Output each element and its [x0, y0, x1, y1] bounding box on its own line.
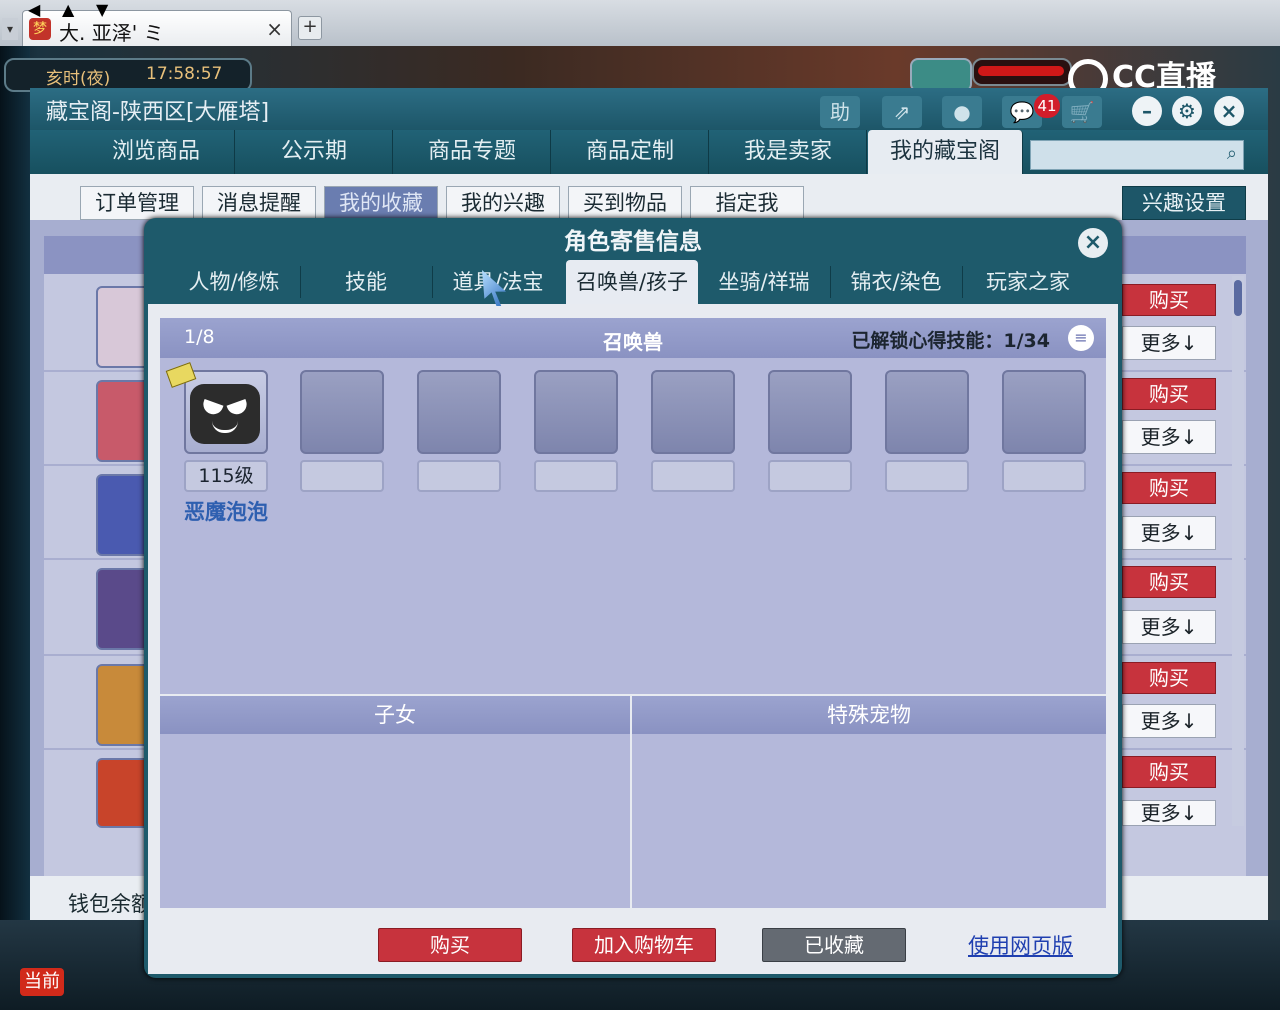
time-label: 亥时(夜) — [46, 69, 111, 89]
add-to-cart-button[interactable]: 加入购物车 — [572, 928, 716, 962]
row-more-button[interactable]: 更多↓ — [1122, 704, 1216, 738]
arrow-left-icon[interactable]: ◀ — [28, 0, 40, 19]
row-more-button[interactable]: 更多↓ — [1122, 610, 1216, 644]
dialog-title: 角色寄售信息 — [564, 229, 702, 255]
search-input[interactable]: ⌕ — [1030, 140, 1244, 170]
pet-level-empty — [651, 460, 735, 492]
window-title: 藏宝阁-陕西区[大雁塔] — [46, 100, 270, 125]
cart-icon[interactable]: 🛒 — [1062, 96, 1102, 128]
row-buy-button[interactable]: 购买 — [1122, 756, 1216, 788]
wallet-balance-label: 钱包余额 — [68, 892, 152, 916]
dialog-tab-pets[interactable]: 召唤兽/孩子 — [566, 260, 698, 304]
minimize-icon[interactable]: – — [1132, 96, 1162, 126]
dialog-tab-skills[interactable]: 技能 — [300, 260, 432, 304]
pets-panel-header: 1/8 召唤兽 已解锁心得技能：1/34 ≡ — [160, 318, 1106, 358]
arrow-down-icon[interactable]: ▼ — [96, 0, 108, 19]
dialog-tab-items[interactable]: 道具/法宝 — [432, 260, 564, 304]
tab-close-icon[interactable]: × — [266, 17, 283, 41]
row-buy-button[interactable]: 购买 — [1122, 662, 1216, 694]
game-clock: 17:58:57 — [146, 64, 223, 84]
record-icon[interactable]: ● — [942, 96, 982, 128]
current-channel-button[interactable]: 当前 — [20, 968, 64, 996]
window-close-icon[interactable]: × — [1214, 96, 1244, 126]
pet-level-empty — [300, 460, 384, 492]
pet-slot-empty[interactable] — [1002, 370, 1086, 454]
list-scrollbar[interactable] — [1232, 276, 1244, 826]
pet-level-empty — [417, 460, 501, 492]
nav-tab-custom[interactable]: 商品定制 — [552, 130, 709, 174]
nav-tab-browse[interactable]: 浏览商品 — [78, 130, 235, 174]
unlocked-skills-label: 已解锁心得技能：1/34 — [851, 330, 1050, 352]
demon-bubble-pet-icon — [190, 384, 260, 444]
interest-settings-button[interactable]: 兴趣设置 — [1122, 186, 1246, 220]
game-time-box: 亥时(夜) 17:58:57 — [4, 58, 252, 92]
row-more-button[interactable]: 更多↓ — [1122, 420, 1216, 454]
scrollbar-thumb[interactable] — [1234, 280, 1242, 316]
pet-level-empty — [534, 460, 618, 492]
sub-tab-purchased[interactable]: 买到物品 — [568, 186, 682, 220]
hp-bar-fill — [978, 66, 1064, 76]
nav-tab-seller[interactable]: 我是卖家 — [710, 130, 867, 174]
browser-tab-title: 大. 亚泽' ミ — [59, 21, 164, 45]
dialog-tab-character[interactable]: 人物/修炼 — [168, 260, 300, 304]
row-more-button[interactable]: 更多↓ — [1122, 800, 1216, 826]
dialog-close-icon[interactable]: × — [1078, 228, 1108, 258]
game-left-bar — [0, 46, 30, 1010]
new-tab-button[interactable]: + — [298, 16, 322, 40]
sub-tab-interests[interactable]: 我的兴趣 — [446, 186, 560, 220]
pet-level-empty — [768, 460, 852, 492]
arrow-up-icon[interactable]: ▲ — [62, 0, 74, 19]
help-button[interactable]: 助 — [820, 96, 860, 128]
favorited-button[interactable]: 已收藏 — [762, 928, 906, 962]
list-icon[interactable]: ≡ — [1068, 325, 1094, 351]
sub-tab-favorites[interactable]: 我的收藏 — [324, 186, 438, 220]
special-pets-header: 特殊宠物 — [632, 696, 1106, 734]
pet-slot-empty[interactable] — [651, 370, 735, 454]
pet-level-label: 115级 — [184, 460, 268, 492]
children-header: 子女 — [160, 696, 630, 734]
sub-tab-messages[interactable]: 消息提醒 — [202, 186, 316, 220]
nav-tab-public-period[interactable]: 公示期 — [236, 130, 393, 174]
row-more-button[interactable]: 更多↓ — [1122, 326, 1216, 360]
nav-tab-topics[interactable]: 商品专题 — [394, 130, 551, 174]
pet-slot-empty[interactable] — [417, 370, 501, 454]
game-favicon-icon: 梦 — [29, 18, 51, 40]
use-web-version-link[interactable]: 使用网页版 — [968, 930, 1073, 960]
search-icon[interactable]: ⌕ — [1227, 143, 1237, 164]
share-icon[interactable]: ⇗ — [882, 96, 922, 128]
pet-slot-empty[interactable] — [885, 370, 969, 454]
pet-slot-empty[interactable] — [534, 370, 618, 454]
sub-tab-orders[interactable]: 订单管理 — [80, 186, 194, 220]
dialog-tab-mounts[interactable]: 坐骑/祥瑞 — [698, 260, 830, 304]
row-buy-button[interactable]: 购买 — [1122, 472, 1216, 504]
row-buy-button[interactable]: 购买 — [1122, 566, 1216, 598]
row-more-button[interactable]: 更多↓ — [1122, 516, 1216, 550]
buy-button[interactable]: 购买 — [378, 928, 522, 962]
cc-live-logo: CC直播 — [1068, 52, 1258, 99]
row-buy-button[interactable]: 购买 — [1122, 284, 1216, 316]
tab-menu-button[interactable]: ▾ — [2, 18, 18, 40]
children-panel — [160, 734, 630, 908]
nav-tab-my-pavilion[interactable]: 我的藏宝阁 — [868, 130, 1023, 174]
settings-gear-icon[interactable]: ⚙ — [1172, 96, 1202, 126]
dialog-tab-home[interactable]: 玩家之家 — [962, 260, 1094, 304]
pet-slot-empty[interactable] — [768, 370, 852, 454]
dialog-tab-outfits[interactable]: 锦衣/染色 — [830, 260, 962, 304]
hp-bar — [972, 58, 1072, 86]
pet-level-empty — [885, 460, 969, 492]
pet-name[interactable]: 恶魔泡泡 — [184, 496, 268, 526]
special-pets-panel — [632, 734, 1106, 908]
pet-slot-empty[interactable] — [300, 370, 384, 454]
row-buy-button[interactable]: 购买 — [1122, 378, 1216, 410]
message-count-badge: 41 — [1034, 94, 1060, 118]
player-avatar-icon[interactable] — [910, 58, 972, 92]
sub-tab-assigned[interactable]: 指定我 — [690, 186, 804, 220]
pet-level-empty — [1002, 460, 1086, 492]
